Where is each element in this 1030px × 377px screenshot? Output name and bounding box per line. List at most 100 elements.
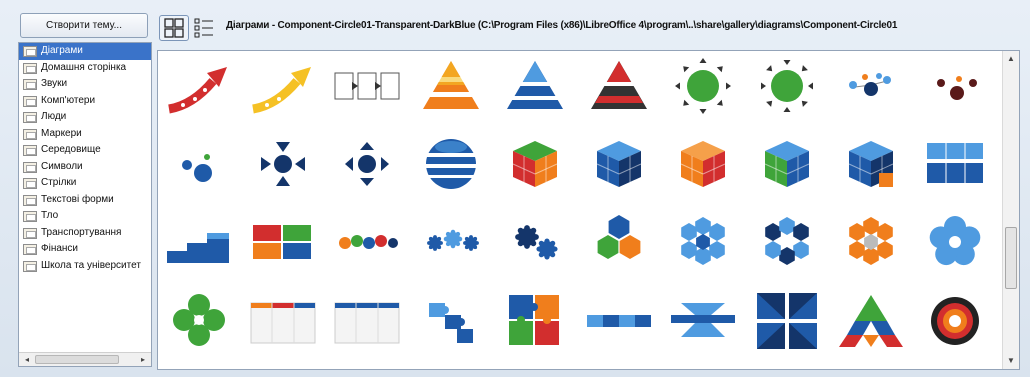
gallery-item-cross-arrows-out[interactable] bbox=[331, 133, 403, 195]
gallery-item-blocks-blue[interactable] bbox=[919, 133, 991, 195]
theme-item[interactable]: Школа та університет bbox=[19, 258, 151, 275]
gallery-window: Створити тему... Діаграми Домашня сторінк… bbox=[0, 0, 1030, 377]
gallery-item-clover-green[interactable] bbox=[163, 289, 235, 351]
theme-item[interactable]: Тло bbox=[19, 208, 151, 225]
gallery-item-path: Діаграми - Component-Circle01-Transparen… bbox=[226, 20, 898, 31]
vertical-scroll-thumb[interactable] bbox=[1005, 227, 1017, 289]
gallery-item-puzzle-blue[interactable] bbox=[415, 289, 487, 351]
gallery-item-target-circle[interactable] bbox=[919, 289, 991, 351]
gallery-item-arrow-yellow[interactable] bbox=[247, 55, 319, 117]
theme-item[interactable]: Текстові форми bbox=[19, 192, 151, 209]
folder-icon bbox=[23, 79, 37, 90]
molecule-dark-icon bbox=[937, 76, 977, 100]
cycle-green-arrows-in-icon bbox=[761, 60, 813, 112]
steps-blue-icon bbox=[167, 233, 229, 263]
gallery-item-table-colored[interactable] bbox=[247, 289, 319, 351]
gallery-item-cube-blue-stack[interactable] bbox=[835, 133, 907, 195]
gallery-item-cube-blue[interactable] bbox=[583, 133, 655, 195]
gallery-item-molecule-dark[interactable] bbox=[919, 55, 991, 117]
theme-item[interactable]: Маркери bbox=[19, 126, 151, 143]
gallery-item-molecule-blue[interactable] bbox=[835, 55, 907, 117]
cube-blue-icon bbox=[596, 141, 642, 187]
pyramid-orange-icon bbox=[423, 61, 479, 109]
theme-item[interactable]: Домашня сторінка bbox=[19, 60, 151, 77]
scroll-right-arrow-icon[interactable]: ▸ bbox=[137, 354, 149, 366]
theme-item-label: Маркери bbox=[41, 127, 82, 139]
pyramid-red-icon bbox=[591, 61, 647, 109]
theme-item[interactable]: Стрілки bbox=[19, 175, 151, 192]
gallery-item-sphere-stripes[interactable] bbox=[415, 133, 487, 195]
theme-item[interactable]: Діаграми bbox=[19, 43, 151, 60]
gallery-item-gears-blue[interactable] bbox=[415, 211, 487, 273]
folder-icon bbox=[23, 194, 37, 206]
gallery-item-hexagons-three[interactable] bbox=[583, 211, 655, 273]
theme-item[interactable]: Фінанси bbox=[19, 241, 151, 258]
gallery-item-hexagons-ring-navy[interactable] bbox=[751, 211, 823, 273]
gallery-item-bubbles-blue[interactable] bbox=[163, 133, 235, 195]
gallery-item-puzzle-chain[interactable] bbox=[583, 289, 655, 351]
folder-icon bbox=[23, 260, 37, 272]
horizontal-scroll-thumb[interactable] bbox=[35, 355, 119, 364]
arrow-yellow-icon bbox=[252, 67, 311, 114]
gallery-vertical-scrollbar[interactable]: ▲ ▼ bbox=[1002, 51, 1019, 369]
scroll-left-arrow-icon[interactable]: ◂ bbox=[21, 354, 33, 366]
gallery-item-square-blue[interactable] bbox=[751, 289, 823, 351]
create-theme-button[interactable]: Створити тему... bbox=[20, 13, 148, 38]
theme-item[interactable]: Комп'ютери bbox=[19, 93, 151, 110]
molecule-blue-icon bbox=[849, 73, 891, 96]
gallery-item-cycle-green-arrows-in[interactable] bbox=[751, 55, 823, 117]
theme-list[interactable]: Діаграми Домашня сторінка Звуки Комп'ютери Л… bbox=[18, 42, 152, 367]
gallery-item-process-boxes[interactable] bbox=[331, 55, 403, 117]
icon-view-button[interactable] bbox=[159, 15, 189, 41]
gallery-item-table-blue[interactable] bbox=[331, 289, 403, 351]
theme-item-label: Фінанси bbox=[41, 243, 79, 254]
gallery-item-puzzle-multicolor[interactable] bbox=[499, 289, 571, 351]
folder-icon bbox=[23, 112, 37, 123]
theme-item[interactable]: Люди bbox=[19, 109, 151, 126]
gallery-item-petals-blue[interactable] bbox=[919, 211, 991, 273]
folder-icon bbox=[23, 161, 37, 173]
gallery-item-cross-arrows-in[interactable] bbox=[247, 133, 319, 195]
folder-icon bbox=[23, 95, 37, 107]
clover-green-icon bbox=[173, 294, 225, 346]
gallery-item-cube-orange[interactable] bbox=[667, 133, 739, 195]
gallery-item-cube-multicolor[interactable] bbox=[499, 133, 571, 195]
theme-item[interactable]: Транспортування bbox=[19, 225, 151, 242]
theme-item[interactable]: Звуки bbox=[19, 76, 151, 93]
gallery-item-crossing-blue[interactable] bbox=[667, 289, 739, 351]
puzzle-chain-icon bbox=[587, 315, 651, 327]
theme-item-label: Домашня сторінка bbox=[41, 61, 127, 73]
arrow-red-icon bbox=[168, 67, 227, 114]
icon-grid-icon bbox=[164, 18, 184, 38]
folder-icon bbox=[23, 178, 37, 189]
gallery-item-blocks-multicolor[interactable] bbox=[247, 211, 319, 273]
gallery-item-arrow-red[interactable] bbox=[163, 55, 235, 117]
target-circle-icon bbox=[931, 297, 979, 345]
hexagons-ring-blue-icon bbox=[681, 217, 725, 265]
gallery-icon-grid[interactable]: ▲ ▼ bbox=[157, 50, 1020, 370]
theme-item[interactable]: Середовище bbox=[19, 142, 151, 159]
gallery-item-pyramid-red[interactable] bbox=[583, 55, 655, 117]
gallery-item-hexagons-ring-orange[interactable] bbox=[835, 211, 907, 273]
theme-list-horizontal-scrollbar[interactable]: ◂ ▸ bbox=[19, 352, 151, 366]
gallery-item-steps-blue[interactable] bbox=[163, 211, 235, 273]
folder-icon bbox=[23, 62, 37, 74]
scroll-down-arrow-icon[interactable]: ▼ bbox=[1005, 355, 1017, 367]
blocks-blue-icon bbox=[927, 143, 983, 183]
gallery-item-cube-green[interactable] bbox=[751, 133, 823, 195]
triangle-multicolor-icon bbox=[839, 295, 903, 347]
gallery-item-gears-chain[interactable] bbox=[331, 211, 403, 273]
gallery-item-triangle-multicolor[interactable] bbox=[835, 289, 907, 351]
gallery-item-hexagons-ring-blue[interactable] bbox=[667, 211, 739, 273]
scroll-up-arrow-icon[interactable]: ▲ bbox=[1005, 53, 1017, 65]
theme-item[interactable]: Символи bbox=[19, 159, 151, 176]
crossing-blue-icon bbox=[671, 303, 735, 337]
hexagons-three-icon bbox=[597, 215, 641, 259]
gallery-item-cycle-green-arrows-out[interactable] bbox=[667, 55, 739, 117]
gears-pair-icon bbox=[515, 225, 558, 260]
gallery-item-pyramid-orange[interactable] bbox=[415, 55, 487, 117]
gallery-item-pyramid-blue[interactable] bbox=[499, 55, 571, 117]
gallery-item-gears-pair[interactable] bbox=[499, 211, 571, 273]
detail-view-button[interactable] bbox=[192, 15, 218, 41]
theme-item-label: Стрілки bbox=[41, 177, 77, 188]
